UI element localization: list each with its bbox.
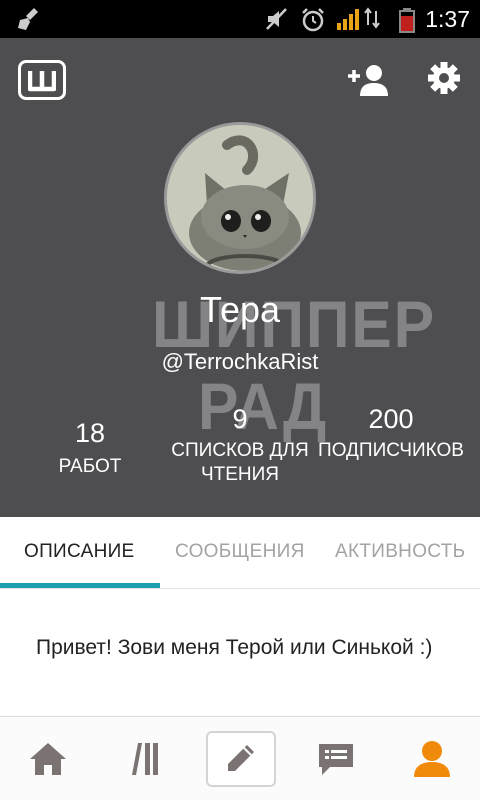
stat-reading-lists-count: 9 <box>232 404 248 434</box>
follow-button[interactable] <box>346 62 390 100</box>
add-person-icon <box>348 65 388 96</box>
profile-tabs: ОПИСАНИЕ СООБЩЕНИЯ АКТИВНОСТЬ <box>0 517 480 589</box>
alarm-icon <box>300 7 326 32</box>
bottom-navigation <box>0 716 480 800</box>
profile-header: ШИППЕР РАД Тера @TerrochkaRist 18 РАБОТ … <box>0 38 480 517</box>
app-logo-button[interactable] <box>18 60 66 100</box>
broom-icon <box>16 6 42 32</box>
tab-messages[interactable]: СООБЩЕНИЯ <box>175 541 305 563</box>
tab-activity[interactable]: АКТИВНОСТЬ <box>335 541 465 563</box>
stat-followers-label: ПОДПИСЧИКОВ <box>318 440 464 461</box>
avatar[interactable] <box>164 122 316 274</box>
profile-username: @TerrochkaRist <box>161 349 319 374</box>
stat-works-label: РАБОТ <box>58 456 122 477</box>
settings-button[interactable] <box>426 60 462 96</box>
wattpad-logo-icon <box>28 71 56 92</box>
library-icon <box>132 743 158 775</box>
profile-name: Тера <box>199 289 281 330</box>
clock: 1:37 <box>425 6 470 32</box>
nav-home[interactable] <box>0 717 96 800</box>
battery-icon <box>398 7 416 33</box>
data-arrows-icon <box>364 7 382 31</box>
nav-messages[interactable] <box>288 717 384 800</box>
stat-works-count: 18 <box>74 418 106 448</box>
home-icon <box>30 743 66 775</box>
gear-icon <box>428 62 460 94</box>
mute-icon <box>264 7 290 31</box>
cat-avatar-image <box>167 125 313 271</box>
nav-profile[interactable] <box>384 717 480 800</box>
messages-icon <box>319 744 353 775</box>
stat-works[interactable]: 18 РАБОТ <box>40 418 140 479</box>
profile-description: Привет! Зови меня Терой или Синькой :) <box>36 636 433 659</box>
status-bar: 1:37 <box>0 0 480 38</box>
stat-reading-lists-label: СПИСКОВ ДЛЯ ЧТЕНИЯ <box>171 440 309 485</box>
nav-library[interactable] <box>96 717 192 800</box>
stat-followers-count: 200 <box>368 404 414 434</box>
pencil-icon <box>228 745 254 771</box>
active-tab-indicator <box>0 583 160 588</box>
tab-description[interactable]: ОПИСАНИЕ <box>24 541 135 563</box>
signal-icon <box>336 7 362 31</box>
description-panel: Привет! Зови меня Терой или Синькой :) <box>0 590 480 715</box>
stat-reading-lists[interactable]: 9 СПИСКОВ ДЛЯ ЧТЕНИЯ <box>162 404 318 487</box>
nav-write[interactable] <box>192 717 288 800</box>
stat-followers[interactable]: 200 ПОДПИСЧИКОВ <box>316 404 466 463</box>
profile-icon <box>414 741 450 777</box>
